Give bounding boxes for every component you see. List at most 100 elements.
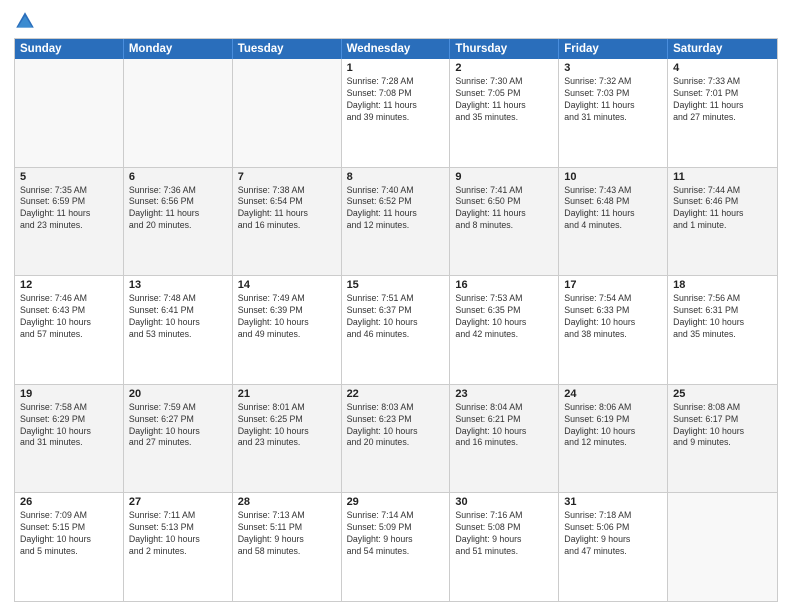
day-cell-29: 29Sunrise: 7:14 AMSunset: 5:09 PMDayligh… [342, 493, 451, 601]
weekday-header-saturday: Saturday [668, 39, 777, 59]
day-cell-21: 21 Sunrise: 8:01 AMSunset: 6:25 PMDayligh… [233, 385, 342, 493]
day-number: 28 [238, 496, 336, 508]
day-number: 2 [455, 62, 553, 74]
day-number: 11 [673, 171, 772, 183]
day-number: 15 [347, 279, 445, 291]
day-number: 26 [20, 496, 118, 508]
day-cell-10: 10 Sunrise: 7:43 AMSunset: 6:48 PMDayligh… [559, 168, 668, 276]
day-cell-30: 30 Sunrise: 7:16 AMSunset: 5:08 PMDayligh… [450, 493, 559, 601]
cell-info: Sunrise: 8:03 AMSunset: 6:23 PMDaylight:… [347, 402, 445, 450]
empty-cell [124, 59, 233, 167]
day-number: 20 [129, 388, 227, 400]
day-cell-15: 15Sunrise: 7:51 AMSunset: 6:37 PMDayligh… [342, 276, 451, 384]
cell-info: Sunrise: 7:35 AMSunset: 6:59 PMDaylight:… [20, 185, 118, 233]
cell-info: Sunrise: 8:08 AMSunset: 6:17 PMDaylight:… [673, 402, 772, 450]
day-cell-20: 20 Sunrise: 7:59 AMSunset: 6:27 PMDayligh… [124, 385, 233, 493]
cell-info: Sunrise: 7:36 AMSunset: 6:56 PMDaylight:… [129, 185, 227, 233]
cell-info: Sunrise: 7:48 AMSunset: 6:41 PMDaylight:… [129, 293, 227, 341]
cell-info: Sunrise: 7:14 AMSunset: 5:09 PMDaylight:… [347, 510, 445, 558]
day-cell-1: 1 Sunrise: 7:28 AMSunset: 7:08 PMDaylight… [342, 59, 451, 167]
day-number: 1 [347, 62, 445, 74]
day-cell-5: 5Sunrise: 7:35 AMSunset: 6:59 PMDaylight… [15, 168, 124, 276]
cell-info: Sunrise: 7:41 AMSunset: 6:50 PMDaylight:… [455, 185, 553, 233]
day-number: 12 [20, 279, 118, 291]
day-number: 9 [455, 171, 553, 183]
day-cell-19: 19 Sunrise: 7:58 AMSunset: 6:29 PMDayligh… [15, 385, 124, 493]
day-number: 6 [129, 171, 227, 183]
day-cell-25: 25Sunrise: 8:08 AMSunset: 6:17 PMDayligh… [668, 385, 777, 493]
calendar-header: SundayMondayTuesdayWednesdayThursdayFrid… [15, 39, 777, 59]
weekday-header-wednesday: Wednesday [342, 39, 451, 59]
day-cell-18: 18 Sunrise: 7:56 AMSunset: 6:31 PMDayligh… [668, 276, 777, 384]
page: SundayMondayTuesdayWednesdayThursdayFrid… [0, 0, 792, 612]
day-number: 23 [455, 388, 553, 400]
day-number: 17 [564, 279, 662, 291]
day-number: 16 [455, 279, 553, 291]
day-cell-28: 28 Sunrise: 7:13 AMSunset: 5:11 PMDayligh… [233, 493, 342, 601]
calendar-body: 1 Sunrise: 7:28 AMSunset: 7:08 PMDaylight… [15, 59, 777, 601]
cell-info: Sunrise: 7:18 AMSunset: 5:06 PMDaylight:… [564, 510, 662, 558]
empty-cell [233, 59, 342, 167]
day-cell-11: 11 Sunrise: 7:44 AMSunset: 6:46 PMDayligh… [668, 168, 777, 276]
day-cell-7: 7Sunrise: 7:38 AMSunset: 6:54 PMDaylight… [233, 168, 342, 276]
cell-info: Sunrise: 7:44 AMSunset: 6:46 PMDaylight:… [673, 185, 772, 233]
day-number: 22 [347, 388, 445, 400]
cell-info: Sunrise: 8:01 AMSunset: 6:25 PMDaylight:… [238, 402, 336, 450]
cell-info: Sunrise: 8:04 AMSunset: 6:21 PMDaylight:… [455, 402, 553, 450]
day-cell-9: 9 Sunrise: 7:41 AMSunset: 6:50 PMDaylight… [450, 168, 559, 276]
day-number: 27 [129, 496, 227, 508]
calendar-row-3: 19 Sunrise: 7:58 AMSunset: 6:29 PMDayligh… [15, 384, 777, 493]
cell-info: Sunrise: 7:11 AMSunset: 5:13 PMDaylight:… [129, 510, 227, 558]
calendar: SundayMondayTuesdayWednesdayThursdayFrid… [14, 38, 778, 602]
day-cell-14: 14 Sunrise: 7:49 AMSunset: 6:39 PMDayligh… [233, 276, 342, 384]
cell-info: Sunrise: 7:30 AMSunset: 7:05 PMDaylight:… [455, 76, 553, 124]
day-cell-22: 22 Sunrise: 8:03 AMSunset: 6:23 PMDayligh… [342, 385, 451, 493]
cell-info: Sunrise: 8:06 AMSunset: 6:19 PMDaylight:… [564, 402, 662, 450]
day-cell-16: 16 Sunrise: 7:53 AMSunset: 6:35 PMDayligh… [450, 276, 559, 384]
cell-info: Sunrise: 7:58 AMSunset: 6:29 PMDaylight:… [20, 402, 118, 450]
day-number: 7 [238, 171, 336, 183]
weekday-header-sunday: Sunday [15, 39, 124, 59]
cell-info: Sunrise: 7:56 AMSunset: 6:31 PMDaylight:… [673, 293, 772, 341]
day-number: 13 [129, 279, 227, 291]
day-number: 8 [347, 171, 445, 183]
day-cell-2: 2 Sunrise: 7:30 AMSunset: 7:05 PMDaylight… [450, 59, 559, 167]
day-number: 19 [20, 388, 118, 400]
cell-info: Sunrise: 7:16 AMSunset: 5:08 PMDaylight:… [455, 510, 553, 558]
day-number: 24 [564, 388, 662, 400]
day-cell-6: 6 Sunrise: 7:36 AMSunset: 6:56 PMDaylight… [124, 168, 233, 276]
cell-info: Sunrise: 7:46 AMSunset: 6:43 PMDaylight:… [20, 293, 118, 341]
day-cell-13: 13 Sunrise: 7:48 AMSunset: 6:41 PMDayligh… [124, 276, 233, 384]
logo [14, 10, 40, 32]
calendar-row-4: 26 Sunrise: 7:09 AMSunset: 5:15 PMDayligh… [15, 492, 777, 601]
empty-cell [15, 59, 124, 167]
cell-info: Sunrise: 7:40 AMSunset: 6:52 PMDaylight:… [347, 185, 445, 233]
weekday-header-thursday: Thursday [450, 39, 559, 59]
empty-cell [668, 493, 777, 601]
cell-info: Sunrise: 7:43 AMSunset: 6:48 PMDaylight:… [564, 185, 662, 233]
day-cell-24: 24 Sunrise: 8:06 AMSunset: 6:19 PMDayligh… [559, 385, 668, 493]
cell-info: Sunrise: 7:33 AMSunset: 7:01 PMDaylight:… [673, 76, 772, 124]
calendar-row-2: 12 Sunrise: 7:46 AMSunset: 6:43 PMDayligh… [15, 275, 777, 384]
day-number: 30 [455, 496, 553, 508]
cell-info: Sunrise: 7:13 AMSunset: 5:11 PMDaylight:… [238, 510, 336, 558]
day-number: 10 [564, 171, 662, 183]
day-number: 14 [238, 279, 336, 291]
day-cell-26: 26 Sunrise: 7:09 AMSunset: 5:15 PMDayligh… [15, 493, 124, 601]
weekday-header-tuesday: Tuesday [233, 39, 342, 59]
day-number: 31 [564, 496, 662, 508]
day-cell-23: 23 Sunrise: 8:04 AMSunset: 6:21 PMDayligh… [450, 385, 559, 493]
cell-info: Sunrise: 7:59 AMSunset: 6:27 PMDaylight:… [129, 402, 227, 450]
cell-info: Sunrise: 7:49 AMSunset: 6:39 PMDaylight:… [238, 293, 336, 341]
day-cell-17: 17Sunrise: 7:54 AMSunset: 6:33 PMDayligh… [559, 276, 668, 384]
cell-info: Sunrise: 7:53 AMSunset: 6:35 PMDaylight:… [455, 293, 553, 341]
day-cell-4: 4Sunrise: 7:33 AMSunset: 7:01 PMDaylight… [668, 59, 777, 167]
day-number: 18 [673, 279, 772, 291]
calendar-row-0: 1 Sunrise: 7:28 AMSunset: 7:08 PMDaylight… [15, 59, 777, 167]
cell-info: Sunrise: 7:28 AMSunset: 7:08 PMDaylight:… [347, 76, 445, 124]
cell-info: Sunrise: 7:09 AMSunset: 5:15 PMDaylight:… [20, 510, 118, 558]
day-cell-31: 31 Sunrise: 7:18 AMSunset: 5:06 PMDayligh… [559, 493, 668, 601]
calendar-row-1: 5Sunrise: 7:35 AMSunset: 6:59 PMDaylight… [15, 167, 777, 276]
cell-info: Sunrise: 7:32 AMSunset: 7:03 PMDaylight:… [564, 76, 662, 124]
day-number: 21 [238, 388, 336, 400]
